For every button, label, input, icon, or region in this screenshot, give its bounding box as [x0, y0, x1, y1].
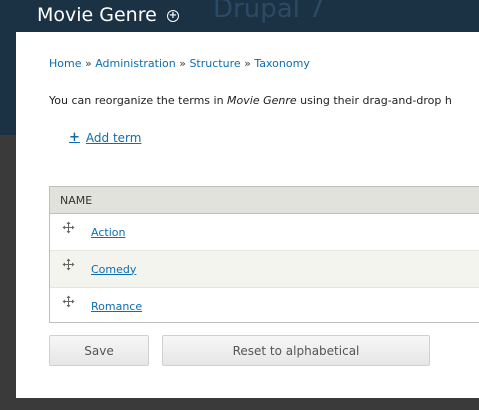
- help-text: You can reorganize the terms in Movie Ge…: [49, 94, 452, 107]
- help-vocabulary: Movie Genre: [227, 94, 297, 107]
- breadcrumb-home[interactable]: Home: [49, 57, 81, 70]
- overlay-content: Home » Administration » Structure » Taxo…: [16, 32, 479, 398]
- add-shortcut-icon[interactable]: +: [167, 10, 179, 22]
- breadcrumb-structure[interactable]: Structure: [189, 57, 240, 70]
- terms-table: NAME Action Comedy Romance: [49, 186, 479, 323]
- breadcrumb-separator: »: [84, 57, 96, 70]
- add-term-label: Add term: [85, 130, 142, 145]
- table-header: NAME: [50, 187, 479, 214]
- help-prefix: You can reorganize the terms in: [49, 94, 228, 107]
- table-row: Action: [50, 214, 479, 251]
- table-row: Romance: [50, 288, 479, 324]
- table-row: Comedy: [50, 251, 479, 288]
- reset-alphabetical-button[interactable]: Reset to alphabetical: [162, 335, 430, 366]
- add-term-link[interactable]: + Add term: [69, 130, 141, 145]
- breadcrumb-administration[interactable]: Administration: [95, 57, 176, 70]
- column-header-name: NAME: [60, 193, 93, 207]
- drag-handle-icon[interactable]: [62, 295, 75, 308]
- drag-handle-icon[interactable]: [62, 258, 75, 271]
- breadcrumb-taxonomy[interactable]: Taxonomy: [254, 57, 309, 70]
- breadcrumb-separator: »: [179, 57, 190, 70]
- save-button[interactable]: Save: [49, 335, 149, 366]
- site-name-background: Drupal 7: [213, 0, 325, 24]
- term-link-comedy[interactable]: Comedy: [91, 263, 136, 276]
- plus-icon: +: [69, 130, 80, 145]
- drag-handle-icon[interactable]: [62, 221, 75, 234]
- breadcrumb: Home » Administration » Structure » Taxo…: [49, 57, 310, 70]
- page-title: Movie Genre: [37, 4, 157, 26]
- term-link-romance[interactable]: Romance: [91, 300, 142, 313]
- help-suffix: using their drag-and-drop h: [296, 94, 452, 107]
- term-link-action[interactable]: Action: [91, 226, 125, 239]
- breadcrumb-separator: »: [244, 57, 255, 70]
